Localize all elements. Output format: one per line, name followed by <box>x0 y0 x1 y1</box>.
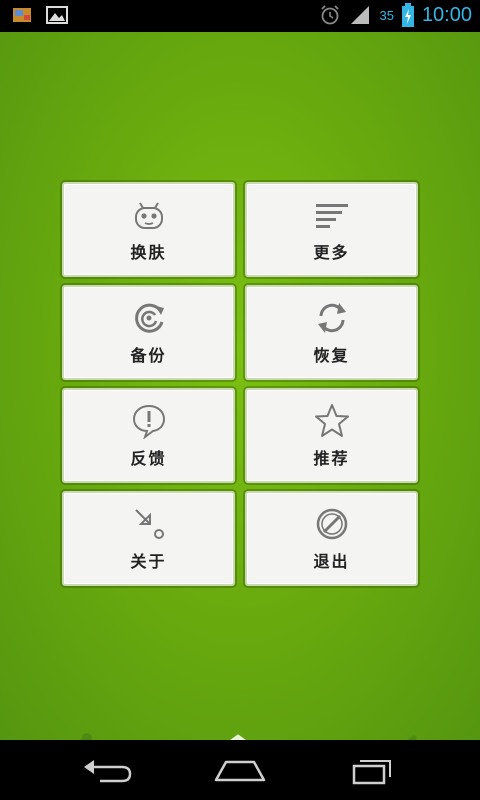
clock: 10:00 <box>421 3 472 26</box>
feedback-label: 反馈 <box>130 448 167 468</box>
more-label: 更多 <box>313 242 350 262</box>
restore-icon <box>317 302 346 333</box>
more-lines-icon <box>315 203 348 228</box>
more-button[interactable]: 更多 <box>245 182 418 277</box>
battery-charging-icon <box>401 3 414 27</box>
recommend-label: 推荐 <box>313 448 350 468</box>
exit-button[interactable]: 退出 <box>245 491 418 586</box>
backup-icon <box>134 303 164 333</box>
system-nav-bar <box>0 740 480 800</box>
exit-icon <box>316 508 347 539</box>
signal-icon <box>351 6 370 24</box>
notification-area <box>12 6 68 24</box>
notification-app-icon <box>13 8 31 22</box>
recent-apps-icon[interactable] <box>346 756 402 786</box>
feedback-button[interactable]: 反馈 <box>62 388 235 483</box>
home-outline-icon[interactable] <box>212 756 268 786</box>
exit-label: 退出 <box>313 551 350 571</box>
backup-button[interactable]: 备份 <box>62 285 235 380</box>
skin-button[interactable]: 换肤 <box>62 182 235 277</box>
menu-grid: 换肤 更多 备份 恢复 反馈 推荐 关于 退出 <box>62 182 418 586</box>
about-icon <box>134 508 164 539</box>
alarm-icon <box>321 5 340 25</box>
about-label: 关于 <box>130 551 167 571</box>
skin-label: 换肤 <box>130 242 167 262</box>
recommend-button[interactable]: 推荐 <box>245 388 418 483</box>
notification-image-icon <box>46 6 68 24</box>
back-icon[interactable] <box>78 756 134 786</box>
about-button[interactable]: 关于 <box>62 491 235 586</box>
star-icon <box>314 403 349 437</box>
feedback-icon <box>132 404 165 439</box>
battery-level: 35 <box>379 7 394 23</box>
system-status-area: 35 10:00 <box>319 3 472 27</box>
restore-button[interactable]: 恢复 <box>245 285 418 380</box>
skin-icon <box>134 201 163 229</box>
app-main-area: 换肤 更多 备份 恢复 反馈 推荐 关于 退出 <box>0 32 480 763</box>
status-bar: 35 10:00 <box>0 0 480 32</box>
backup-label: 备份 <box>130 345 167 365</box>
restore-label: 恢复 <box>313 345 350 365</box>
